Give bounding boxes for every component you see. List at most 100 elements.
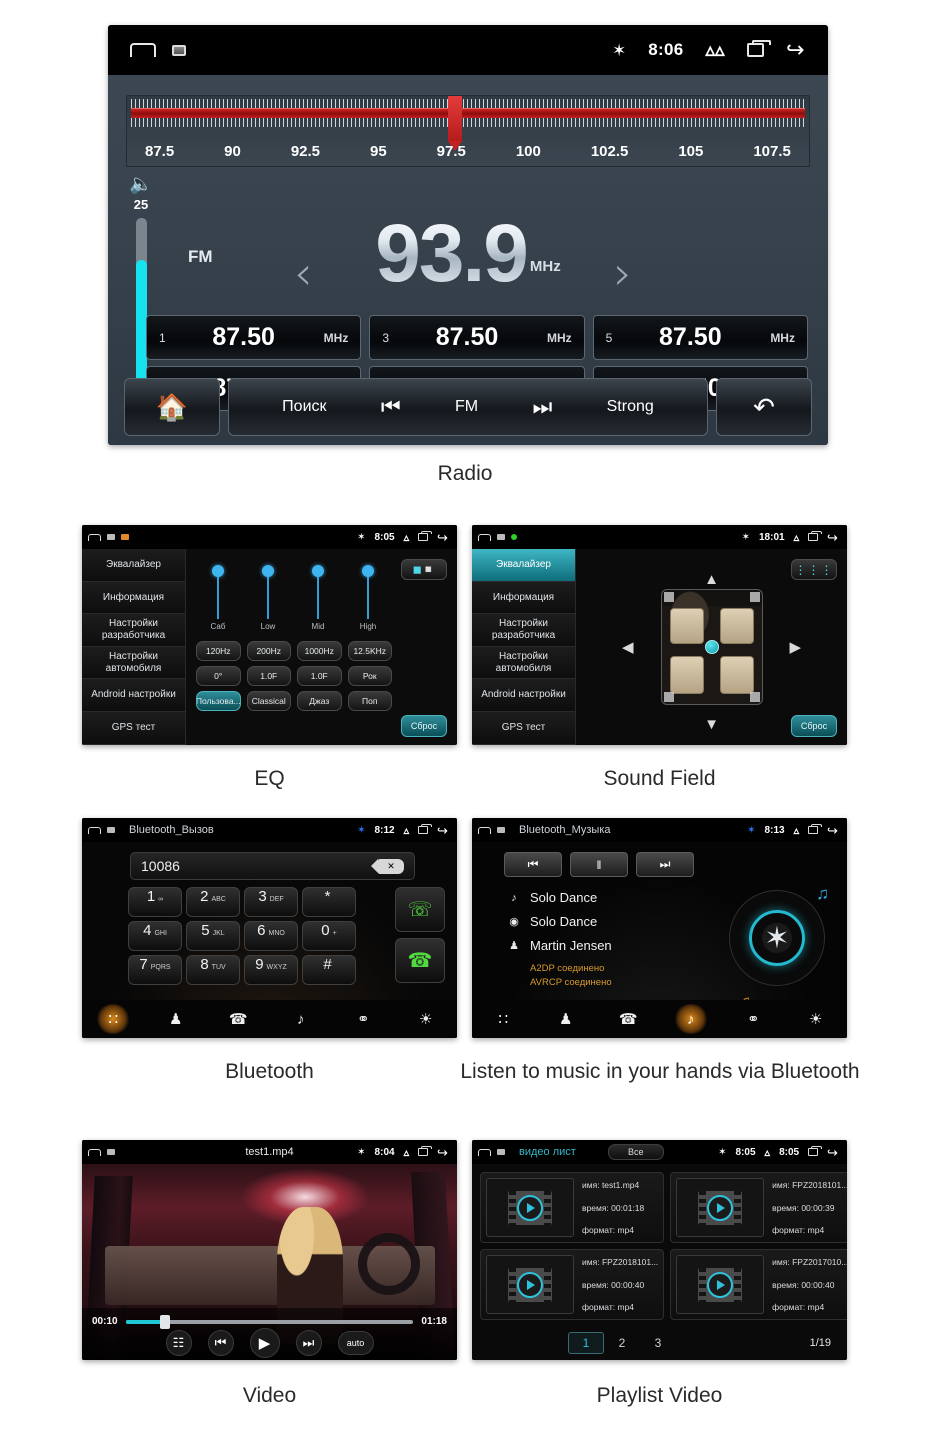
eq-option-button[interactable]: 12.5KHz (347, 641, 392, 661)
backspace-icon[interactable]: ✕ (371, 858, 404, 874)
eq-preset-classical[interactable]: Classical (246, 691, 291, 711)
dialpad-key[interactable]: 9 WXYZ (244, 955, 298, 985)
slider-knob[interactable] (312, 565, 324, 577)
recents-icon[interactable] (808, 1146, 823, 1156)
nav-dialpad-icon[interactable]: ∷ (486, 1004, 520, 1034)
eq-slider[interactable]: Low (248, 565, 288, 633)
home-icon[interactable] (88, 826, 101, 834)
nav-dialpad-icon[interactable]: ∷ (96, 1004, 131, 1034)
auto-button[interactable]: auto (337, 1331, 374, 1355)
back-icon[interactable]: ↩ (827, 823, 838, 838)
preset-button[interactable]: 5 87.50 MHz (592, 315, 808, 360)
eq-slider[interactable]: Mid (298, 565, 338, 633)
playlist-item[interactable]: имя: FPZ2017010... время: 00:00:40 форма… (670, 1249, 847, 1320)
back-icon[interactable]: ↩ (437, 530, 448, 545)
dialpad-key[interactable]: 5 JKL (186, 921, 240, 951)
nav-call-history-icon[interactable]: ☎ (221, 1004, 255, 1034)
sidebar-item-equalizer[interactable]: Эквалайзер (82, 549, 185, 582)
eq-option-button[interactable]: 0° (196, 666, 241, 686)
equalizer-icon[interactable]: ☷ (165, 1330, 192, 1356)
chevron-up-icon[interactable]: ▵ (765, 1146, 771, 1159)
search-button[interactable]: Поиск (282, 398, 326, 416)
chevron-up-icon[interactable]: ▵ (794, 824, 800, 837)
filter-all-button[interactable]: Все (607, 1144, 664, 1160)
reset-button[interactable]: Сброс (401, 715, 447, 737)
video-thumbnail[interactable] (486, 1255, 574, 1314)
tuner-needle[interactable] (447, 96, 462, 151)
field-right-button[interactable]: ▶ (789, 638, 801, 656)
home-icon[interactable] (478, 533, 491, 541)
car-cabin-diagram[interactable] (660, 589, 763, 705)
nav-music-icon[interactable]: ♪ (673, 1004, 708, 1034)
call-end-button[interactable]: ☎ (395, 938, 445, 983)
screenshot-icon[interactable] (172, 44, 186, 56)
page-button-1[interactable]: 1 (568, 1332, 604, 1354)
recents-icon[interactable] (418, 531, 433, 541)
next-button[interactable]: ⏭ (636, 852, 694, 877)
back-icon[interactable]: ↩ (437, 823, 448, 838)
dialpad-key[interactable]: 4 GHI (128, 921, 182, 951)
eq-preset-pop[interactable]: Поп (347, 691, 392, 711)
dialpad-key[interactable]: # (302, 955, 356, 985)
eq-option-button[interactable]: 120Hz (196, 641, 241, 661)
phone-number-field[interactable]: 10086 ✕ (130, 852, 415, 880)
equalizer-toggle-button[interactable]: ⋮⋮⋮ (791, 559, 837, 580)
eq-option-button[interactable]: 1000Hz (297, 641, 342, 661)
dialpad-key[interactable]: * (302, 887, 356, 917)
field-left-button[interactable]: ◀ (622, 638, 634, 656)
playlist-item[interactable]: имя: test1.mp4 время: 00:01:18 формат: m… (480, 1172, 665, 1243)
home-icon[interactable] (478, 1148, 491, 1156)
sound-focus-point[interactable] (704, 640, 719, 654)
tuner-strip[interactable]: 87.5 90 92.5 95 97.5 100 102.5 105 107.5 (126, 95, 810, 167)
recents-icon[interactable] (746, 40, 771, 57)
chevron-up-icon[interactable]: ▵ (404, 824, 410, 837)
nav-link-icon[interactable]: ⚭ (346, 1004, 380, 1034)
recents-icon[interactable] (808, 824, 823, 834)
eq-option-button[interactable]: 1.0F (297, 666, 342, 686)
eq-preset-custom[interactable]: Пользова... (196, 691, 241, 711)
next-icon[interactable]: ⏭ (532, 394, 552, 420)
sidebar-item-car-settings[interactable]: Настройки автомобиля (82, 646, 185, 680)
slider-knob[interactable] (262, 565, 274, 577)
next-button[interactable]: ⏭ (295, 1330, 322, 1356)
pause-button[interactable]: ‖ (570, 852, 628, 877)
eq-option-button[interactable]: 1.0F (246, 666, 291, 686)
eq-slider[interactable]: Саб (198, 565, 238, 633)
home-icon[interactable] (478, 826, 491, 834)
slider-knob[interactable] (212, 565, 224, 577)
previous-button[interactable]: ⏮ (504, 852, 562, 877)
seek-bar[interactable] (125, 1314, 414, 1329)
sidebar-item-information[interactable]: Информация (82, 581, 185, 615)
seek-handle[interactable] (160, 1314, 171, 1329)
dialpad-key[interactable]: 7 PQRS (128, 955, 182, 985)
nav-contacts-icon[interactable]: ♟ (549, 1004, 583, 1034)
back-icon[interactable]: ↩ (827, 1145, 838, 1160)
chevron-up-icon[interactable]: ▵▵ (705, 41, 724, 60)
sidebar-item-gps-test[interactable]: GPS тест (82, 711, 185, 745)
nav-settings-icon[interactable]: ☀ (409, 1004, 443, 1034)
strong-button[interactable]: Strong (607, 398, 654, 416)
previous-icon[interactable]: ⏮ (381, 394, 401, 420)
chevron-up-icon[interactable]: ▵ (794, 531, 800, 544)
band-toggle-button[interactable]: FM (455, 398, 478, 416)
recents-icon[interactable] (808, 531, 823, 541)
dialpad-key[interactable]: 3 DEF (244, 887, 298, 917)
playlist-item[interactable]: имя: FPZ2018101... время: 00:00:40 форма… (480, 1249, 665, 1320)
page-button-3[interactable]: 3 (640, 1332, 676, 1354)
preset-button[interactable]: 3 87.50 MHz (369, 315, 585, 360)
dialpad-key[interactable]: 0 + (302, 921, 356, 951)
field-down-button[interactable]: ▼ (704, 716, 719, 733)
reset-button[interactable]: Сброс (791, 715, 837, 737)
play-button[interactable]: ▶ (249, 1328, 280, 1358)
back-button[interactable]: ↶ (716, 378, 812, 436)
balance-toggle-button[interactable]: ◼◽ (401, 559, 447, 580)
home-icon[interactable] (88, 533, 101, 541)
field-up-button[interactable]: ▲ (704, 571, 719, 588)
preset-button[interactable]: 1 87.50 MHz (146, 315, 362, 360)
home-icon[interactable] (130, 43, 156, 57)
dialpad-key[interactable]: 2 ABC (186, 887, 240, 917)
previous-button[interactable]: ⏮ (207, 1330, 234, 1356)
eq-preset-jazz[interactable]: Джаз (297, 691, 342, 711)
sidebar-item-developer-settings[interactable]: Настройки разработчика (472, 614, 575, 647)
slider-knob[interactable] (362, 565, 374, 577)
